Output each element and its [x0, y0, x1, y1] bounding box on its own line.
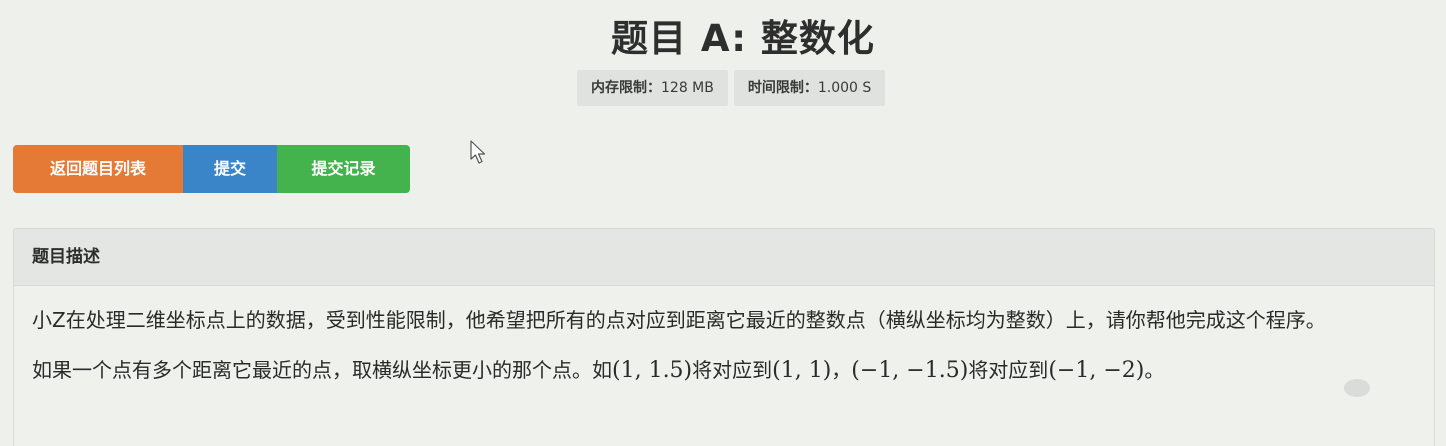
- description-header: 题目描述: [14, 229, 1434, 286]
- submit-button[interactable]: 提交: [183, 145, 277, 193]
- memory-limit-badge: 内存限制：128 MB: [577, 70, 728, 106]
- description-paragraph-2: 如果一个点有多个距离它最近的点，取横纵坐标更小的那个点。如(1, 1.5)将对应…: [32, 354, 1416, 387]
- para2-text-5: 。: [1144, 358, 1165, 382]
- description-body: 小Z在处理二维坐标点上的数据，受到性能限制，他希望把所有的点对应到距离它最近的整…: [14, 286, 1434, 387]
- para2-text-1: 如果一个点有多个距离它最近的点，取横纵坐标更小的那个点。如: [32, 358, 612, 382]
- description-paragraph-1: 小Z在处理二维坐标点上的数据，受到性能限制，他希望把所有的点对应到距离它最近的整…: [32, 308, 1326, 332]
- submission-records-button[interactable]: 提交记录: [277, 145, 410, 193]
- action-button-group: 返回题目列表 提交 提交记录: [13, 145, 410, 193]
- limits-bar: 内存限制：128 MB 时间限制：1.000 S: [577, 70, 886, 106]
- memory-limit-value: 128 MB: [661, 80, 714, 96]
- para2-text-3: ，: [831, 358, 852, 382]
- math-point-3: (−1, −1.5): [851, 358, 969, 383]
- back-to-problem-list-button[interactable]: 返回题目列表: [13, 145, 183, 193]
- watermark-logo-icon: [1344, 379, 1370, 397]
- para2-text-2: 将对应到: [692, 358, 773, 382]
- math-point-2: (1, 1): [772, 358, 832, 383]
- mouse-pointer-icon: [470, 140, 486, 164]
- problem-description-panel: 题目描述 小Z在处理二维坐标点上的数据，受到性能限制，他希望把所有的点对应到距离…: [13, 228, 1435, 446]
- time-limit-label: 时间限制：: [747, 80, 818, 96]
- math-point-4: (−1, −2): [1048, 358, 1145, 383]
- time-limit-value: 1.000 S: [817, 80, 872, 96]
- time-limit-badge: 时间限制：1.000 S: [733, 70, 886, 106]
- math-point-1: (1, 1.5): [612, 358, 693, 383]
- para2-text-4: 将对应到: [968, 358, 1049, 382]
- problem-title: 题目 A: 整数化: [611, 17, 875, 60]
- memory-limit-label: 内存限制：: [591, 80, 661, 96]
